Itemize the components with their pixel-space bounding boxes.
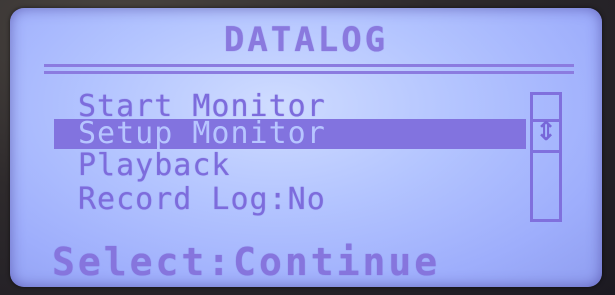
lcd-screen: DATALOG Start Monitor Setup Monitor Play…: [10, 8, 602, 287]
menu-scrollbar[interactable]: ⇕: [530, 92, 562, 222]
screen-title: DATALOG: [223, 20, 389, 60]
menu-item-setup-monitor[interactable]: Setup Monitor: [54, 119, 526, 149]
menu-item-playback[interactable]: Playback: [78, 151, 528, 181]
softkey-hint: Select:Continue: [52, 240, 441, 284]
up-down-arrow-icon: ⇕: [535, 117, 557, 147]
menu-item-record-log[interactable]: Record Log:No: [78, 185, 528, 215]
title-divider-bottom: [44, 71, 574, 74]
title-divider-top: [44, 64, 574, 67]
